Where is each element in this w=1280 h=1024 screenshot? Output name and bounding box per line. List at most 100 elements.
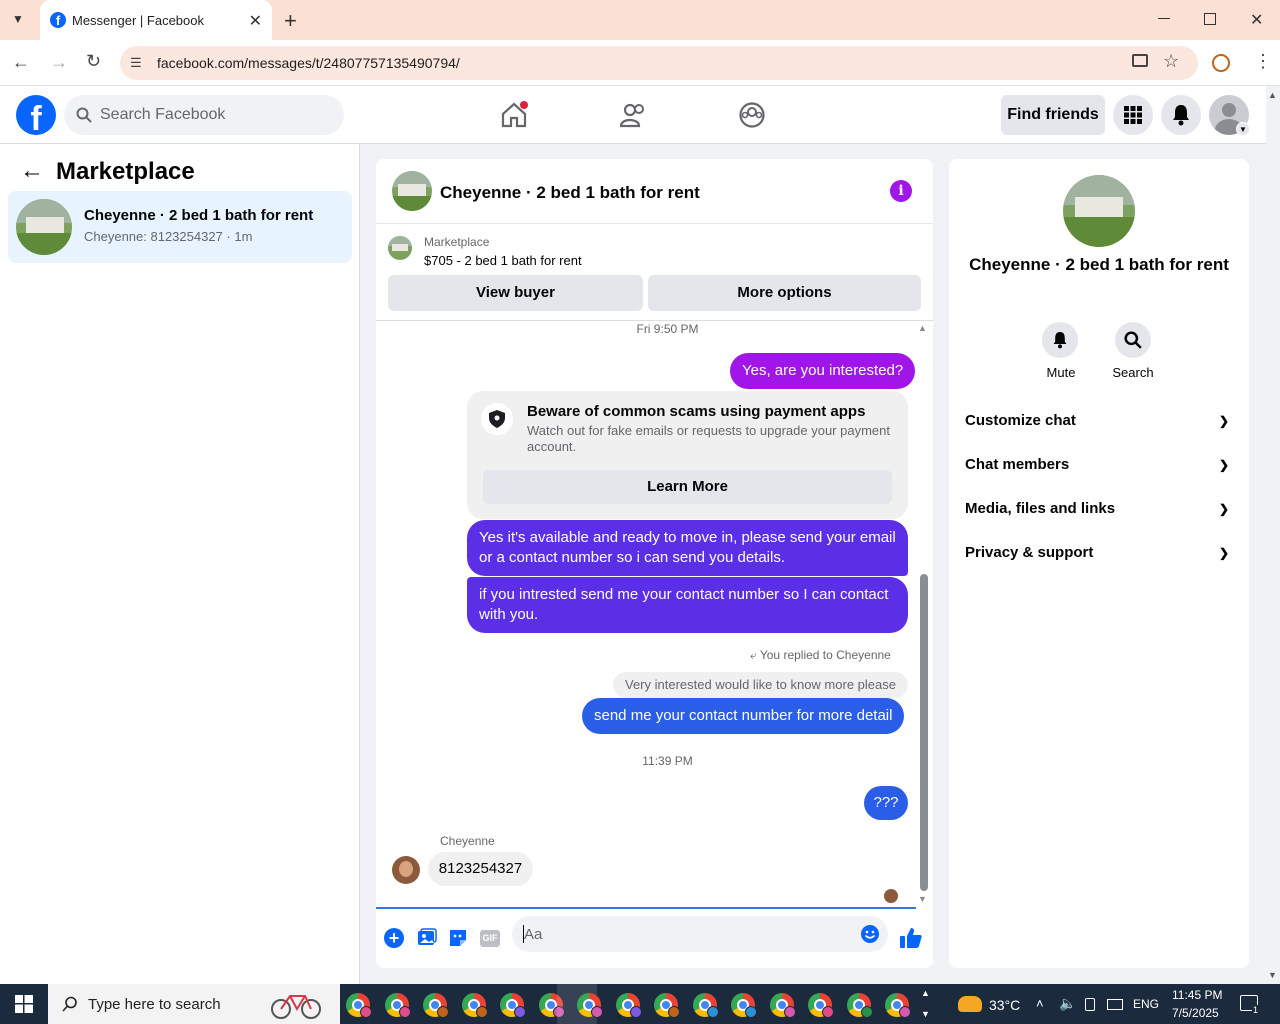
- message-bubble-sent[interactable]: send me your contact number for more det…: [582, 698, 905, 734]
- plus-icon[interactable]: +: [384, 928, 404, 948]
- taskbar-chrome-icon[interactable]: [808, 993, 834, 1018]
- find-friends-button[interactable]: Find friends: [1001, 95, 1105, 135]
- friends-nav-icon[interactable]: [619, 101, 647, 129]
- customize-chat-section[interactable]: Customize chat ❯: [965, 399, 1233, 443]
- back-arrow-icon[interactable]: ←: [20, 157, 44, 185]
- search-button[interactable]: [1115, 322, 1151, 358]
- taskbar-chrome-icon[interactable]: [615, 993, 642, 1018]
- facebook-logo-icon[interactable]: f: [16, 95, 56, 135]
- emoji-icon[interactable]: [860, 924, 880, 944]
- clock-time[interactable]: 11:45 PM: [1172, 988, 1222, 1002]
- taskbar-search-box[interactable]: Type here to search: [48, 984, 340, 1024]
- bookmark-star-icon[interactable]: ☆: [1163, 51, 1179, 72]
- taskbar-scroll-down-icon[interactable]: ▼: [921, 1009, 930, 1019]
- tab-list-button[interactable]: ▼: [12, 12, 24, 26]
- taskbar-chrome-icon[interactable]: [461, 993, 488, 1018]
- info-icon[interactable]: i: [890, 180, 912, 202]
- mute-button[interactable]: [1042, 322, 1078, 358]
- minimize-icon[interactable]: [1158, 18, 1170, 19]
- sender-avatar[interactable]: [392, 856, 420, 884]
- browser-tab[interactable]: f Messenger | Facebook ✕: [40, 0, 272, 40]
- chat-scrollbar[interactable]: [920, 574, 928, 891]
- quoted-message[interactable]: Very interested would like to know more …: [613, 672, 908, 698]
- taskbar-chrome-icon[interactable]: [384, 993, 411, 1018]
- groups-nav-icon[interactable]: [738, 101, 766, 129]
- reload-icon[interactable]: ↻: [86, 51, 101, 72]
- page-scroll-up-icon[interactable]: ▲: [1268, 90, 1277, 100]
- section-label: Chat members: [965, 456, 1070, 473]
- more-options-button[interactable]: More options: [648, 275, 921, 311]
- profile-icon[interactable]: [1212, 54, 1230, 72]
- photo-icon[interactable]: [417, 928, 437, 948]
- home-nav-icon[interactable]: [500, 101, 528, 129]
- scroll-down-icon[interactable]: ▼: [918, 894, 927, 904]
- taskbar-chrome-icon[interactable]: [346, 993, 372, 1018]
- chat-title[interactable]: Cheyenne · 2 bed 1 bath for rent: [440, 183, 700, 203]
- weather-icon[interactable]: [958, 996, 982, 1012]
- taskbar-chrome-icon[interactable]: [577, 993, 603, 1018]
- taskbar-chrome-icon[interactable]: [731, 993, 757, 1018]
- close-tab-icon[interactable]: ✕: [249, 11, 262, 31]
- listing-price[interactable]: $705 - 2 bed 1 bath for rent: [424, 253, 582, 268]
- details-listing-avatar[interactable]: [1063, 175, 1135, 247]
- taskbar-chrome-icon[interactable]: [423, 993, 449, 1018]
- chevron-down-icon: ❯: [1218, 502, 1229, 516]
- taskbar-chrome-icon[interactable]: [654, 993, 680, 1018]
- notifications-button[interactable]: [1161, 95, 1201, 135]
- forward-icon[interactable]: →: [50, 52, 68, 73]
- omnibox[interactable]: ☰ facebook.com/messages/t/24807757135490…: [120, 46, 1198, 80]
- volume-icon[interactable]: 🔈: [1059, 995, 1076, 1012]
- back-icon[interactable]: ←: [12, 52, 30, 73]
- site-info-icon[interactable]: ☰: [130, 55, 142, 71]
- message-bubble-sent[interactable]: Yes it's available and ready to move in,…: [467, 520, 908, 576]
- close-window-icon[interactable]: ✕: [1250, 10, 1263, 30]
- message-input[interactable]: Aa: [512, 916, 888, 952]
- language-indicator[interactable]: ENG: [1133, 997, 1159, 1011]
- restore-icon[interactable]: [1204, 13, 1216, 25]
- new-tab-icon[interactable]: +: [284, 8, 297, 34]
- taskbar-chrome-icon[interactable]: [769, 993, 796, 1018]
- taskbar-chrome-icon[interactable]: [692, 993, 719, 1018]
- seen-avatar: [884, 889, 898, 903]
- message-bubble-received[interactable]: 8123254327: [428, 852, 533, 886]
- url-text[interactable]: facebook.com/messages/t/2480775713549079…: [157, 55, 460, 71]
- show-hidden-icons-icon[interactable]: ˄: [1036, 996, 1044, 1011]
- thumbs-up-icon[interactable]: [899, 926, 923, 950]
- sticker-icon[interactable]: [448, 928, 468, 948]
- message-bubble-sent[interactable]: if you intrested send me your contact nu…: [467, 577, 908, 633]
- details-title: Cheyenne · 2 bed 1 bath for rent: [969, 255, 1229, 274]
- install-app-icon[interactable]: [1132, 54, 1148, 67]
- gif-icon[interactable]: GIF: [480, 930, 500, 947]
- scroll-up-icon[interactable]: ▲: [918, 323, 927, 333]
- tab-title: Messenger | Facebook: [72, 13, 204, 28]
- facebook-header: f Search Facebook Find friends ▼: [0, 86, 1266, 144]
- taskbar-chrome-icon[interactable]: [885, 993, 911, 1018]
- clock-date[interactable]: 7/5/2025: [1172, 1006, 1219, 1020]
- taskbar-chrome-icon[interactable]: [846, 993, 873, 1018]
- network-icon[interactable]: [1107, 999, 1123, 1010]
- taskbar-scroll-up-icon[interactable]: ▲: [921, 988, 930, 998]
- temperature[interactable]: 33°C: [989, 997, 1020, 1013]
- composer-divider: [376, 907, 916, 909]
- battery-icon[interactable]: [1085, 998, 1095, 1011]
- windows-start-icon[interactable]: [15, 995, 33, 1013]
- message-bubble-sent[interactable]: Yes, are you interested?: [730, 353, 916, 389]
- scam-warning-title: Beware of common scams using payment app…: [527, 403, 866, 420]
- address-row: ← → ↻ ☰ facebook.com/messages/t/24807757…: [0, 40, 1280, 86]
- browser-menu-icon[interactable]: ⋮: [1254, 51, 1272, 72]
- scam-warning-text: Watch out for fake emails or requests to…: [527, 423, 890, 454]
- page-scroll-down-icon[interactable]: ▼: [1268, 970, 1277, 980]
- menu-grid-button[interactable]: [1113, 95, 1153, 135]
- taskbar-chrome-icon[interactable]: [500, 993, 526, 1018]
- account-chevron-icon[interactable]: ▼: [1236, 122, 1250, 136]
- conversation-item[interactable]: Cheyenne · 2 bed 1 bath for rent Cheyenn…: [8, 191, 352, 263]
- search-facebook-input[interactable]: Search Facebook: [64, 95, 344, 135]
- privacy-support-section[interactable]: Privacy & support ❯: [965, 531, 1233, 575]
- chat-listing-avatar[interactable]: [392, 171, 432, 211]
- notification-count: 1: [1252, 1005, 1260, 1015]
- media-files-section[interactable]: Media, files and links ❯: [965, 487, 1233, 531]
- learn-more-button[interactable]: Learn More: [483, 470, 892, 504]
- chat-members-section[interactable]: Chat members ❯: [965, 443, 1233, 487]
- message-bubble-sent[interactable]: ???: [864, 786, 908, 820]
- view-buyer-button[interactable]: View buyer: [388, 275, 643, 311]
